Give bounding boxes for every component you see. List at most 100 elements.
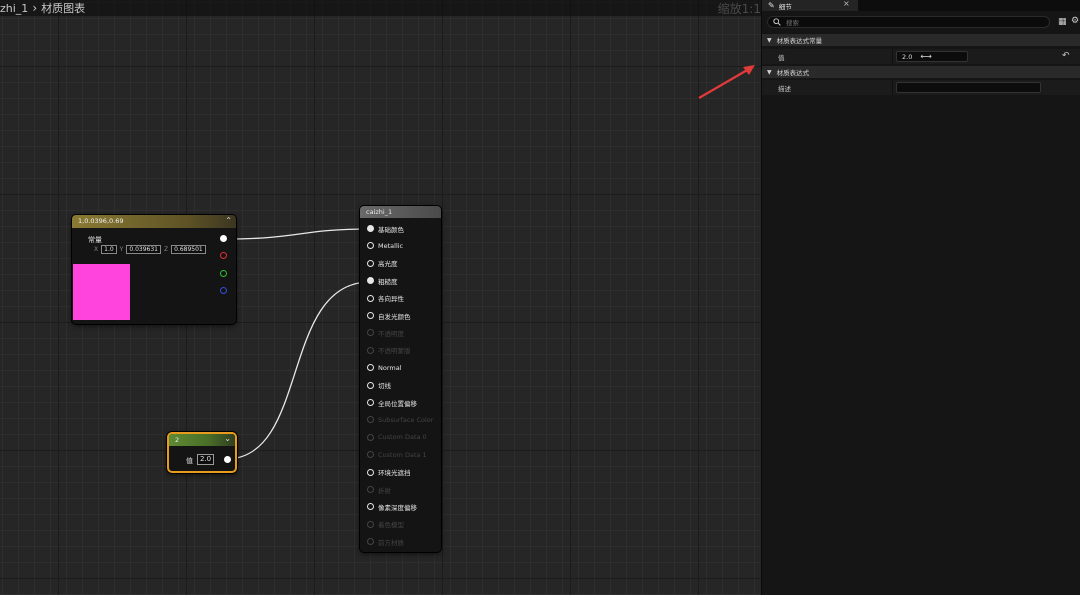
input-pin-row[interactable]: 着色模型 [367,518,404,531]
input-pin-row[interactable]: 前方材质 [367,535,404,548]
pin-circle-icon[interactable] [367,259,374,267]
pin-circle-icon[interactable] [367,433,374,441]
breadcrumb-material[interactable]: zhi_1 [0,2,28,15]
close-icon[interactable]: × [843,0,850,8]
material-graph-canvas[interactable]: zhi_1 › 材质图表 缩放1:1 1,0.0396,0.69 ⌃ 常量 X … [0,0,761,595]
pin-circle-icon[interactable] [367,503,374,511]
pin-circle-icon[interactable] [367,364,374,372]
node-title[interactable]: 2 ⌄ [169,434,235,446]
pin-circle-icon[interactable] [367,312,374,319]
pin-label: 粗糙度 [378,277,398,286]
input-pin-row[interactable]: Custom Data 0 [367,431,427,444]
constant-label: 常量 [88,236,102,244]
input-pin-row[interactable]: 不透明蒙版 [367,344,411,357]
output-pin-rgb[interactable] [220,235,227,242]
pin-label: 不透明度 [378,329,404,338]
breadcrumb-graph[interactable]: 材质图表 [41,0,85,16]
search-placeholder: 搜索 [786,19,799,27]
scalar-parameter-node[interactable]: 2 ⌄ 值 2.0 [167,432,237,473]
pin-circle-icon[interactable] [367,468,374,476]
input-pin-row[interactable]: Subsurface Color [367,413,433,426]
tab-details-label: 细节 [778,2,792,11]
zoom-label: 缩放1:1 [717,2,761,16]
input-pin-row[interactable]: 各向异性 [367,292,404,305]
pin-circle-icon[interactable] [367,381,374,389]
pin-circle-icon[interactable] [367,416,374,424]
pin-label: 折射 [378,486,391,495]
input-pin-row[interactable]: 全局位置偏移 [367,396,417,409]
x-value-field[interactable]: 1.0 [101,245,117,254]
input-pin-row[interactable]: 粗糙度 [367,274,398,287]
scalar-value-field[interactable]: 2.0 [197,454,215,465]
column-divider[interactable] [892,49,893,64]
node-title[interactable]: caizhi_1 [360,206,441,218]
output-pin-value[interactable] [224,456,231,463]
value-number-field[interactable]: 2.0 ⟷ [896,51,968,62]
category-constant-expression[interactable]: ▼ 材质表达式常量 [762,34,1080,46]
pin-circle-icon[interactable] [367,294,374,302]
pin-circle-icon[interactable] [367,346,374,354]
z-axis-label: Z [163,246,169,253]
input-pin-row[interactable]: 像素深度偏移 [367,500,417,513]
x-axis-label: X [94,246,99,253]
property-label: 值 [778,54,785,62]
input-pin-row[interactable]: 不透明度 [367,326,404,339]
pin-label: 高光度 [378,260,398,269]
pin-circle-icon[interactable] [367,486,374,493]
gear-icon[interactable]: ⚙ [1071,16,1079,26]
input-pin-row[interactable]: 切线 [367,379,391,392]
pin-label: 切线 [378,382,391,391]
pin-label: 自发光颜色 [378,312,411,321]
constant3-vector-node[interactable]: 1,0.0396,0.69 ⌃ 常量 X 1.0 Y 0.039631 Z 0.… [72,215,236,324]
search-row: 搜索 ▦ ⚙ [762,14,1080,30]
node-title[interactable]: 1,0.0396,0.69 ⌃ [72,215,236,228]
input-pin-row[interactable]: Metallic [367,239,403,252]
graph-header: zhi_1 › 材质图表 缩放1:1 [0,0,761,16]
pin-label: 环境光遮挡 [378,469,411,478]
pin-circle-icon[interactable] [367,520,374,528]
property-row-description: 描述 [762,80,1080,95]
pin-circle-icon[interactable] [367,399,374,406]
category-expression[interactable]: ▼ 材质表达式 [762,66,1080,78]
search-icon [773,18,781,26]
pin-circle-icon[interactable] [367,538,374,546]
material-result-node[interactable]: caizhi_1 基础颜色 Metallic 高光度粗糙度各向异性自发光颜色不透明度… [360,206,441,552]
pin-circle-icon[interactable] [367,242,374,250]
z-value-field[interactable]: 0.689501 [171,245,206,254]
pin-label: Subsurface Color [378,415,434,424]
search-input[interactable]: 搜索 [767,16,1050,28]
column-divider[interactable] [892,80,893,95]
pin-label: Metallic [378,241,404,250]
y-value-field[interactable]: 0.039631 [126,245,161,254]
expand-triangle-icon: ▼ [767,68,772,76]
reset-to-default-icon[interactable]: ↶ [1062,51,1070,61]
details-panel: ✎ 细节 × 搜索 ▦ ⚙ ▼ 材质表达式常量 值 2.0 ⟷ ↶ ▼ 材质表达… [761,0,1080,595]
pin-circle-icon[interactable] [367,329,374,337]
input-pin-row[interactable]: Normal [367,361,402,374]
input-pin-row[interactable]: 基础颜色 [367,222,404,235]
input-pin-row[interactable]: 环境光遮挡 [367,466,411,479]
wire-scalar-to-roughness [225,281,371,460]
output-pin-b[interactable] [220,287,227,294]
collapse-chevron-icon[interactable]: ⌄ [224,434,231,443]
pin-circle-icon[interactable] [367,225,374,232]
input-pin-row[interactable]: 折射 [367,483,391,496]
input-pin-row[interactable]: Custom Data 1 [367,448,427,461]
input-pin-row[interactable]: 高光度 [367,257,398,270]
pin-circle-icon[interactable] [367,277,374,285]
category-title: 材质表达式常量 [776,37,823,45]
input-pin-row[interactable]: 自发光颜色 [367,309,411,322]
pin-circle-icon[interactable] [367,451,374,459]
breadcrumb: zhi_1 › 材质图表 [0,0,85,16]
pin-label: 全局位置偏移 [378,399,417,408]
collapse-chevron-icon[interactable]: ⌃ [225,216,232,225]
description-text-field[interactable] [896,82,1041,93]
color-preview-swatch [73,264,130,320]
table-view-icon[interactable]: ▦ [1058,17,1067,27]
pin-label: 不透明蒙版 [378,347,411,356]
pencil-icon: ✎ [768,1,775,10]
pin-label: 基础颜色 [378,225,404,234]
output-pin-r[interactable] [220,252,227,259]
output-pin-g[interactable] [220,270,227,277]
property-row-value: 值 2.0 ⟷ ↶ [762,49,1080,64]
